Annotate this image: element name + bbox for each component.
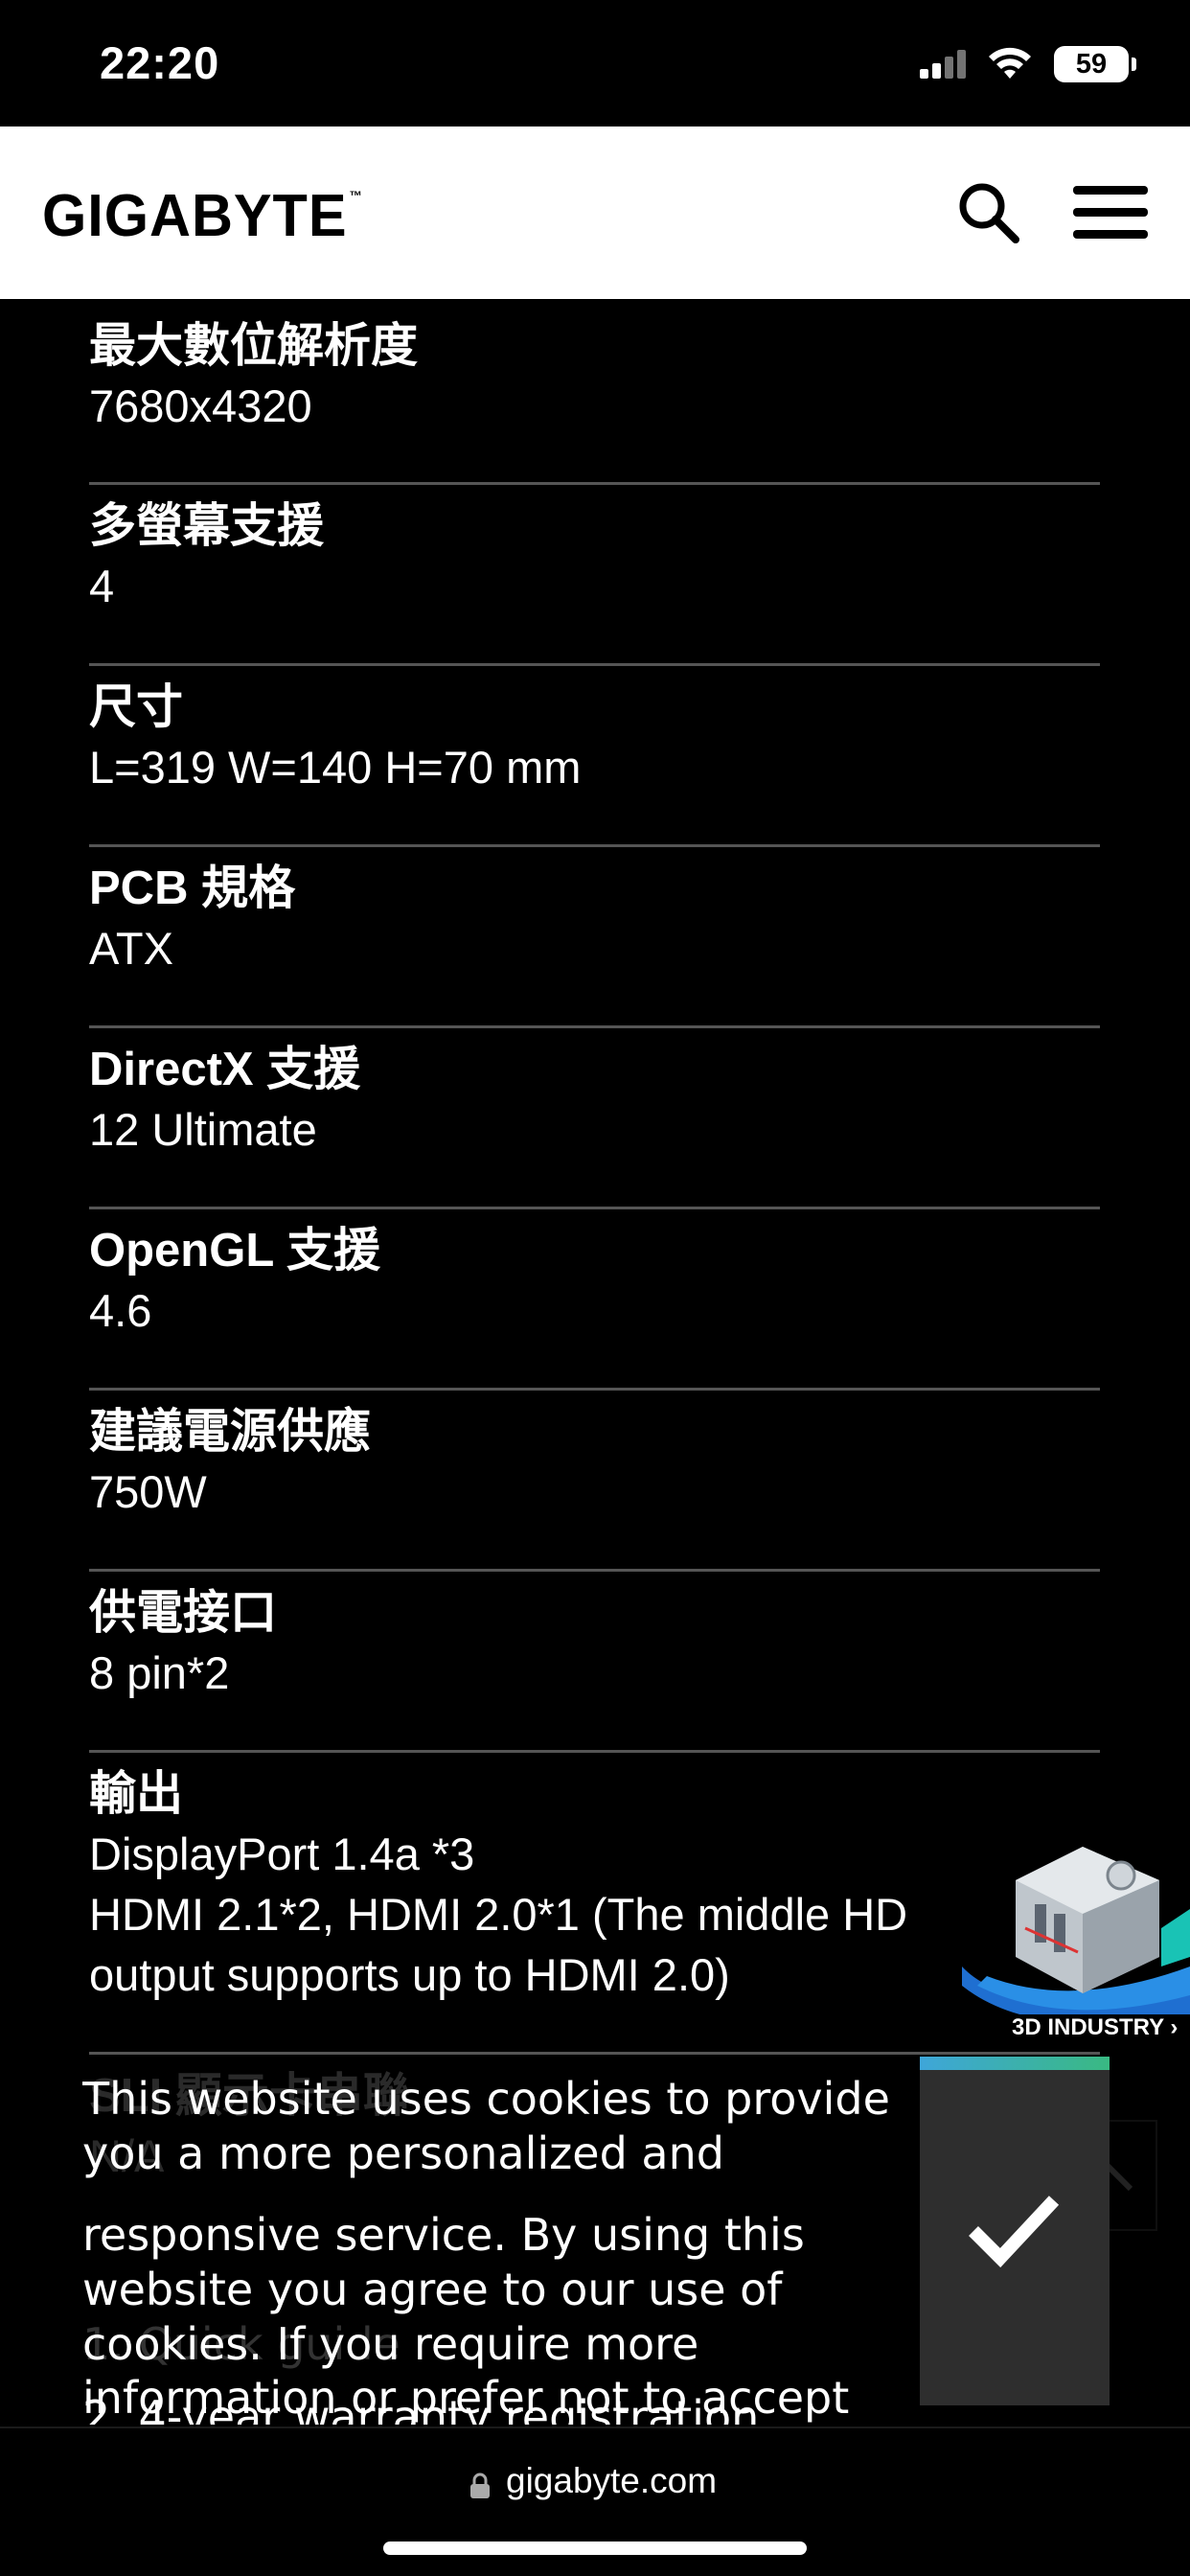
spec-row: 尺寸 L=319 W=140 H=70 mm xyxy=(89,678,1100,847)
spec-value: 8 pin*2 xyxy=(89,1647,230,1698)
spec-label: PCB 規格 xyxy=(89,862,296,914)
spec-value: 750W xyxy=(89,1466,207,1517)
status-bar: 22:20 59 xyxy=(0,0,1190,126)
spec-value-line: DisplayPort 1.4a *3 xyxy=(89,1828,475,1879)
spec-label: 建議電源供應 xyxy=(89,1406,372,1458)
spec-row: OpenGL 支援 4.6 xyxy=(89,1221,1100,1391)
spec-value-line: output supports up to HDMI 2.0) xyxy=(89,1949,730,2000)
home-indicator xyxy=(383,2542,807,2555)
cookie-text-line: responsive service. By using this xyxy=(82,2209,805,2261)
cookie-banner-text: This website uses cookies to provide you… xyxy=(82,2072,926,2208)
wifi-icon xyxy=(989,47,1031,79)
datacenter-illustration-icon xyxy=(962,1847,1190,2024)
badge-label: 3D INDUSTRY › xyxy=(1012,2014,1179,2040)
status-time: 22:20 xyxy=(100,37,220,88)
spec-value-line: HDMI 2.1*2, HDMI 2.0*1 (The middle HD xyxy=(89,1889,908,1940)
spec-value: ATX xyxy=(89,923,173,974)
cookie-accept-button[interactable] xyxy=(920,2057,1110,2405)
spec-label: 尺寸 xyxy=(89,681,184,733)
spec-value: L=319 W=140 H=70 mm xyxy=(89,742,582,793)
spec-label: 輸出 xyxy=(89,1768,184,1820)
spec-row: PCB 規格 ATX xyxy=(89,859,1100,1028)
spec-row: 最大數位解析度 7680x4320 xyxy=(89,316,1100,485)
spec-label: 供電接口 xyxy=(89,1587,278,1639)
battery-tip xyxy=(1132,58,1136,71)
spec-value: 4.6 xyxy=(89,1285,152,1336)
cookie-text-line: cookies. If you require more xyxy=(82,2318,699,2370)
checkmark-icon xyxy=(969,2196,1060,2267)
partial-content-line: 2. 4-year warranty registration xyxy=(82,2391,760,2425)
cookie-text-line: website you agree to our use of xyxy=(82,2264,783,2315)
search-icon[interactable] xyxy=(956,180,1021,245)
lock-icon xyxy=(470,2472,490,2498)
cellular-signal-icon xyxy=(920,48,968,79)
spec-label: OpenGL 支援 xyxy=(89,1225,381,1276)
spec-label: DirectX 支援 xyxy=(89,1044,361,1095)
spec-row: 建議電源供應 750W xyxy=(89,1402,1100,1572)
cookie-text-line: This website uses cookies to provide xyxy=(82,2073,890,2125)
spec-value: 7680x4320 xyxy=(89,380,312,431)
spec-value: 12 Ultimate xyxy=(89,1104,317,1155)
accept-accent-bar xyxy=(920,2057,1110,2070)
site-header: GIGABYTE ™ xyxy=(0,126,1190,299)
hamburger-menu-icon[interactable] xyxy=(1073,186,1148,240)
spec-label: 多螢幕支援 xyxy=(89,500,325,552)
spec-row: DirectX 支援 12 Ultimate xyxy=(89,1040,1100,1209)
battery-icon: 59 xyxy=(1054,46,1129,82)
spec-row: 多螢幕支援 4 xyxy=(89,496,1100,666)
cookie-text-line: you a more personalized and xyxy=(82,2128,724,2179)
spec-row-output: 輸出 DisplayPort 1.4a *3 HDMI 2.1*2, HDMI … xyxy=(89,1764,1100,2055)
trademark-mark: ™ xyxy=(349,188,363,203)
logo-text: GIGABYTE xyxy=(42,183,348,249)
spec-value: 4 xyxy=(89,561,115,611)
url-domain: gigabyte.com xyxy=(506,2461,718,2500)
gigabyte-logo[interactable]: GIGABYTE ™ xyxy=(42,182,363,250)
browser-url-bar[interactable]: gigabyte.com xyxy=(0,2426,1190,2576)
spec-row: 供電接口 8 pin*2 xyxy=(89,1583,1100,1753)
spec-label: 最大數位解析度 xyxy=(89,320,419,372)
cookie-banner-lower: 1. Quick guide responsive service. By us… xyxy=(82,2208,926,2425)
3d-industry-badge[interactable]: 3D INDUSTRY › xyxy=(958,1823,1190,2053)
